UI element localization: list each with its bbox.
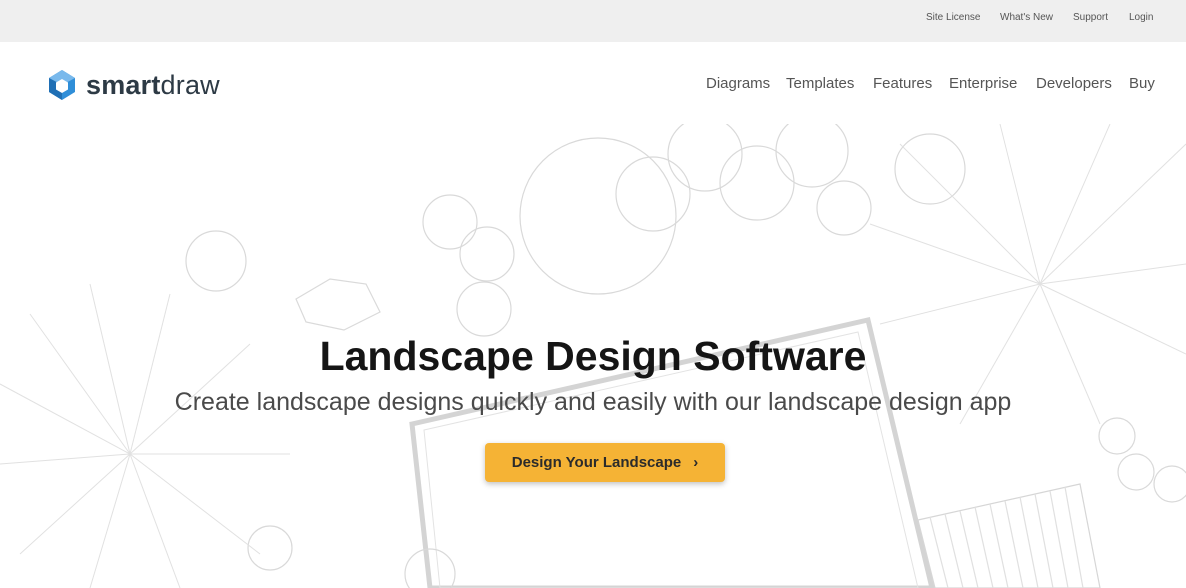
login-link[interactable]: Login (1129, 12, 1153, 23)
nav-enterprise[interactable]: Enterprise (949, 75, 1017, 92)
smartdraw-logo[interactable]: smartdraw (46, 68, 220, 102)
cta-label: Design Your Landscape (511, 454, 682, 471)
site-license-link[interactable]: Site License (926, 12, 980, 23)
page-title: Landscape Design Software (319, 333, 867, 379)
logo-text-draw: draw (160, 69, 220, 100)
nav-features[interactable]: Features (873, 75, 932, 92)
utility-bar: Site License What's New Support Login (0, 0, 1186, 42)
nav-buy[interactable]: Buy (1129, 75, 1155, 92)
chevron-right-icon: › (693, 454, 699, 471)
hero-section: Landscape Design Software Create landsca… (0, 124, 1186, 588)
nav-developers[interactable]: Developers (1036, 75, 1112, 92)
nav-templates[interactable]: Templates (786, 75, 854, 92)
logo-text-smart: smart (86, 69, 161, 100)
smartdraw-logo-icon (49, 70, 75, 100)
support-link[interactable]: Support (1073, 12, 1108, 23)
page-subtitle: Create landscape designs quickly and eas… (174, 388, 1012, 416)
whats-new-link[interactable]: What's New (1000, 12, 1053, 23)
main-header: smartdraw Diagrams Templates Features En… (0, 42, 1186, 124)
nav-diagrams[interactable]: Diagrams (706, 75, 770, 92)
design-your-landscape-button[interactable]: Design Your Landscape › (485, 443, 725, 482)
